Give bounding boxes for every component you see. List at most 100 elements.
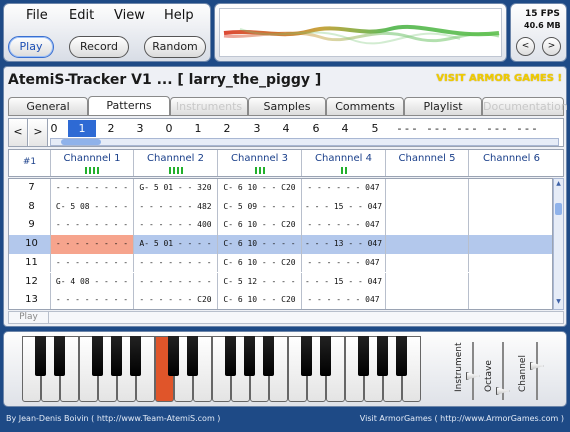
grid-vertical-scrollbar[interactable]: ▲ ▼ — [553, 178, 564, 310]
note-cell[interactable]: - - - - - - 482 — [133, 197, 217, 217]
order-cell[interactable]: 0 — [155, 120, 183, 137]
order-cell[interactable]: 1 — [184, 120, 212, 137]
order-cell[interactable]: - - - — [393, 120, 421, 137]
piano-black-key[interactable] — [168, 336, 179, 376]
order-cell[interactable]: 4 — [272, 120, 300, 137]
menu-file[interactable]: File — [26, 8, 48, 23]
note-cell[interactable]: - - - 13 - - 047 — [301, 235, 385, 254]
order-cell[interactable]: 3 — [126, 120, 154, 137]
piano-black-key[interactable] — [263, 336, 274, 376]
channel-header[interactable]: Channnel 1 — [50, 150, 133, 176]
note-cell[interactable]: C- 5 12 - - - - — [217, 272, 301, 291]
note-cell[interactable]: A- 5 01 - - - - — [133, 235, 217, 254]
note-cell[interactable]: C- 6 10 - - C20 — [217, 179, 301, 198]
note-cell[interactable]: C- 6 10 - - C20 — [217, 291, 301, 309]
piano-black-key[interactable] — [130, 336, 141, 376]
order-cell[interactable]: - - - — [453, 120, 481, 137]
note-cell[interactable]: - - - - - - 047 — [301, 291, 385, 309]
note-cell[interactable] — [468, 272, 543, 291]
menu-help[interactable]: Help — [164, 8, 194, 23]
note-cell[interactable]: - - - - - - 047 — [301, 253, 385, 273]
pattern-row[interactable]: 8 C- 5 08 - - - -- - - - - - 482 C- 5 09 -… — [9, 197, 552, 217]
note-cell[interactable] — [385, 235, 468, 254]
note-cell[interactable] — [385, 291, 468, 309]
menu-view[interactable]: View — [114, 8, 145, 23]
note-cell[interactable]: C- 6 10 - - C20 — [217, 216, 301, 235]
order-cell[interactable]: 5 — [361, 120, 389, 137]
order-cell[interactable]: 1 — [68, 120, 96, 137]
note-cell[interactable] — [468, 197, 543, 217]
pattern-row[interactable]: 9 - - - - - - - -- - - - - - 400 C- 6 10 -… — [9, 216, 552, 235]
note-cell[interactable] — [385, 216, 468, 235]
note-cell[interactable]: C- 6 10 - - C20 — [217, 253, 301, 273]
order-cell[interactable]: 2 — [213, 120, 241, 137]
piano-black-key[interactable] — [92, 336, 103, 376]
note-cell[interactable] — [468, 179, 543, 198]
order-cell[interactable]: 0 — [40, 120, 68, 137]
play-button[interactable]: Play — [8, 36, 54, 58]
tab-comments[interactable]: Comments — [326, 97, 404, 115]
grid-scroll-thumb[interactable] — [555, 203, 562, 215]
pattern-row[interactable]: 10 - - - - - - - - A- 5 01 - - - - C- 6 10 … — [9, 235, 552, 254]
note-cell[interactable] — [385, 197, 468, 217]
armor-games-credit[interactable]: Visit ArmorGames ( http://www.ArmorGames… — [360, 414, 564, 423]
random-button[interactable]: Random — [144, 36, 206, 58]
tab-samples[interactable]: Samples — [248, 97, 326, 115]
note-cell[interactable] — [468, 253, 543, 273]
note-cell[interactable] — [468, 291, 543, 309]
pattern-grid[interactable]: 7- - - - - - - - G- 5 01 - - 320 C- 6 10 -… — [8, 178, 553, 310]
order-prev-button[interactable]: < — [9, 119, 28, 146]
order-cell[interactable]: 6 — [302, 120, 330, 137]
piano-black-key[interactable] — [301, 336, 312, 376]
note-cell[interactable]: - - - - - - 047 — [301, 179, 385, 198]
scroll-down-icon[interactable]: ▼ — [554, 298, 563, 308]
piano-black-key[interactable] — [244, 336, 255, 376]
note-cell[interactable] — [385, 272, 468, 291]
tab-general[interactable]: General — [8, 97, 88, 115]
note-cell[interactable]: C- 5 09 - - - - — [217, 197, 301, 217]
pattern-row[interactable]: 13 - - - - - - - -- - - - - - C20 C- 6 10 … — [9, 291, 552, 309]
order-horizontal-scrollbar[interactable] — [50, 138, 559, 146]
tab-playlist[interactable]: Playlist — [404, 97, 482, 115]
piano-black-key[interactable] — [320, 336, 331, 376]
piano-black-key[interactable] — [35, 336, 46, 376]
order-cell[interactable]: - - - — [483, 120, 511, 137]
note-cell[interactable] — [468, 216, 543, 235]
pattern-row[interactable]: 11- - - - - - - -- - - - - - - - C- 6 10 … — [9, 253, 552, 273]
note-cell[interactable]: - - - - - - C20 — [133, 291, 217, 309]
menu-edit[interactable]: Edit — [69, 8, 94, 23]
piano-black-key[interactable] — [187, 336, 198, 376]
note-cell[interactable]: - - - - - - - - — [50, 291, 133, 309]
piano-black-key[interactable] — [225, 336, 236, 376]
note-cell[interactable]: - - - - - - 047 — [301, 216, 385, 235]
channel-slider[interactable] — [530, 342, 544, 400]
pattern-row[interactable]: 7 - - - - - - - - G- 5 01 - - 320 C- 6 10 -… — [9, 179, 552, 198]
piano-black-key[interactable] — [54, 336, 65, 376]
piano-black-key[interactable] — [377, 336, 388, 376]
channel-header[interactable]: Channnel 3 — [217, 150, 301, 176]
note-cell[interactable]: - - - 15 - - 047 — [301, 272, 385, 291]
note-cell[interactable]: - - - - - - - - — [50, 216, 133, 235]
channel-header[interactable]: Channnel 5 — [385, 150, 468, 176]
order-scroll-thumb[interactable] — [61, 139, 101, 145]
note-cell[interactable] — [385, 253, 468, 273]
piano-black-key[interactable] — [111, 336, 122, 376]
next-button[interactable]: > — [542, 37, 561, 56]
channel-header[interactable]: Channnel 4 — [301, 150, 385, 176]
armor-games-link[interactable]: VISIT ARMOR GAMES ! — [436, 73, 562, 84]
note-cell[interactable]: G- 5 01 - - 320 — [133, 179, 217, 198]
note-cell[interactable] — [468, 235, 543, 254]
note-cell[interactable]: - - - - - - - - — [133, 272, 217, 291]
channel-header[interactable]: Channnel 2 — [133, 150, 217, 176]
piano-black-key[interactable] — [358, 336, 369, 376]
prev-button[interactable]: < — [516, 37, 535, 56]
order-cell[interactable]: 3 — [243, 120, 271, 137]
order-cell[interactable]: 2 — [97, 120, 125, 137]
note-cell[interactable]: - - - - - - - - — [50, 235, 133, 254]
scroll-up-icon[interactable]: ▲ — [554, 180, 563, 190]
note-cell[interactable] — [385, 179, 468, 198]
order-cell[interactable]: - - - — [423, 120, 451, 137]
note-cell[interactable]: - - - - - - - - — [50, 179, 133, 198]
tab-patterns[interactable]: Patterns — [88, 96, 170, 115]
note-cell[interactable]: - - - - - - 400 — [133, 216, 217, 235]
